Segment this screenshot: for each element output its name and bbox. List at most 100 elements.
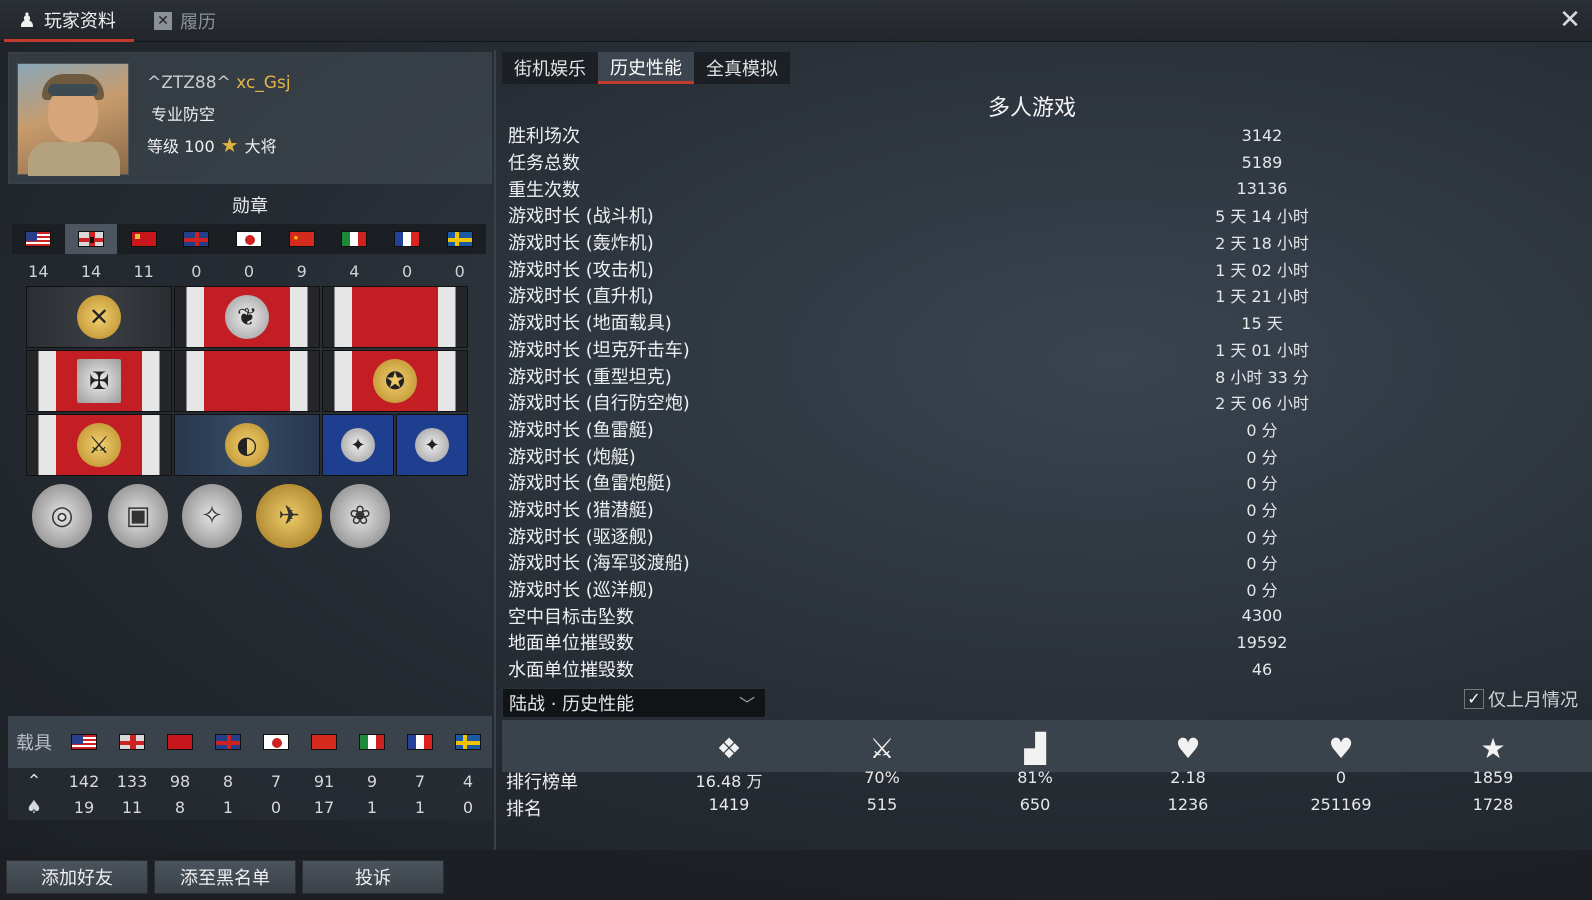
nation-tab-france[interactable] (381, 224, 434, 254)
player-level: 等级 100 ★ 大将 (147, 133, 277, 157)
vehicle-count: 7 (414, 771, 426, 791)
medal-ribbon[interactable]: ❦ (174, 286, 320, 348)
nation-tab-japan[interactable] (223, 224, 276, 254)
medal-ribbon[interactable]: ✪ (322, 350, 468, 412)
tab-player-profile[interactable]: ♟ 玩家资料 (4, 0, 134, 42)
vehicle-nation-france[interactable] (396, 716, 444, 768)
tab-realistic[interactable]: 历史性能 (598, 52, 694, 84)
eagle-badge-icon[interactable]: ❀ (330, 484, 390, 548)
ranking-panel: ❖ ⚔ ▟ ♥ ♥ ★ 排行榜单 16.48 万 70% 81% 2.18 0 … (502, 720, 1592, 824)
clan-tag: ^ZTZ88^ (147, 73, 231, 93)
tab-arcade[interactable]: 街机娱乐 (502, 52, 598, 84)
medal-ribbon[interactable]: ✠ (26, 350, 172, 412)
stat-label: 游戏时长 (鱼雷艇) (508, 419, 654, 441)
stat-label: 游戏时长 (战斗机) (508, 206, 654, 228)
nation-tab-germany[interactable] (64, 224, 118, 254)
china-flag-icon: ★ (288, 231, 315, 247)
vehicle-count: 1 (222, 797, 234, 817)
assault-badge-icon[interactable]: ▣ (108, 484, 168, 548)
medal-ribbon[interactable]: ◐ (174, 414, 320, 476)
stat-row: 游戏时长 (轰炸机) 2 天 18 小时 (502, 229, 1562, 256)
nation-tab-china[interactable]: ★ (275, 224, 328, 254)
italy-flag-icon (341, 231, 368, 247)
stat-row: 水面单位摧毁数 46 (502, 656, 1562, 682)
stat-label: 游戏时长 (坦克歼击车) (508, 339, 690, 361)
blacklist-button[interactable]: 添至黑名单 (154, 860, 296, 894)
ranking-row-label: 排行榜单 (506, 772, 578, 793)
france-flag-icon (407, 734, 433, 750)
stat-label: 游戏时长 (鱼雷炮艇) (508, 473, 672, 495)
italy-flag-icon (359, 734, 385, 750)
stats-title: 多人游戏 (987, 96, 1076, 121)
oak-leaves-medal-icon: ❦ (225, 295, 269, 339)
vehicle-nation-germany[interactable] (108, 716, 156, 768)
report-button[interactable]: 投诉 (302, 860, 444, 894)
vehicle-count: 1 (366, 797, 378, 817)
medal-ribbon[interactable] (174, 350, 320, 412)
player-rank-icon: ❖ (716, 731, 742, 765)
checkbox-icon[interactable]: ✓ (1464, 689, 1484, 709)
vehicle-nation-china[interactable] (300, 716, 348, 768)
ranking-value: 70% (864, 768, 900, 787)
nation-tab-italy[interactable] (328, 224, 381, 254)
close-icon[interactable]: ✕ (1556, 6, 1584, 34)
ranking-value: 515 (866, 795, 898, 814)
britain-flag-icon (183, 231, 210, 247)
vehicle-nation-ussr[interactable] (156, 716, 204, 768)
flak-badge-icon[interactable]: ✧ (182, 484, 242, 548)
nation-tab-ussr[interactable] (117, 224, 170, 254)
stat-value: 0 分 (1246, 581, 1278, 601)
medal-counts: 14 14 11 0 0 9 4 0 0 (12, 262, 486, 281)
tab-record[interactable]: ✕ 履历 (140, 0, 230, 42)
pilot-badge-icon[interactable]: ✈ (256, 484, 322, 548)
stat-value: 0 分 (1246, 420, 1278, 440)
tab-label: 履历 (180, 12, 216, 33)
medal-ribbon[interactable]: ✦ (322, 414, 394, 476)
add-friend-button[interactable]: 添加好友 (6, 860, 148, 894)
ussr-flag-icon (130, 231, 157, 247)
vehicle-count: 0 (462, 797, 474, 817)
medal-ribbon[interactable]: ✕ (26, 286, 172, 348)
nation-tab-usa[interactable] (12, 224, 65, 254)
avatar[interactable] (17, 63, 129, 176)
ranking-value: 1419 (708, 795, 750, 814)
stat-row: 重生次数 13136 (502, 175, 1562, 202)
vehicle-nation-sweden[interactable] (444, 716, 492, 768)
vehicle-nation-usa[interactable] (60, 716, 108, 768)
nation-tab-sweden[interactable] (433, 224, 486, 254)
last-month-toggle[interactable]: ✓ 仅上月情况 (1464, 686, 1578, 712)
medal-ribbon[interactable] (322, 286, 468, 348)
stat-label: 游戏时长 (直升机) (508, 286, 654, 308)
ussr-flag-icon (167, 734, 193, 750)
nation-tab-britain[interactable] (170, 224, 223, 254)
stat-row: 空中目标击坠数 4300 (502, 602, 1562, 629)
medal-ribbon[interactable]: ✦ (396, 414, 468, 476)
vehicles-elite-row: ♠ 19 11 8 1 0 17 1 1 0 (8, 794, 492, 820)
stat-label: 游戏时长 (地面载具) (508, 313, 672, 335)
medal-count: 0 (191, 262, 202, 281)
dropdown-value: 陆战 · 历史性能 (509, 694, 635, 715)
stat-label: 游戏时长 (海军驳渡船) (508, 553, 690, 575)
stat-label: 游戏时长 (轰炸机) (508, 233, 654, 255)
kills-per-spawn-icon: ♥ (1175, 731, 1201, 765)
medal-ribbon[interactable]: ⚔ (26, 414, 172, 476)
medal-count: 0 (243, 262, 255, 281)
stat-value: 1 天 21 小时 (1215, 287, 1309, 307)
ranking-value: 650 (1019, 795, 1051, 814)
japan-flag-icon (236, 231, 263, 247)
tank-badge-icon[interactable]: ◎ (32, 484, 92, 548)
medal-count: 0 (401, 262, 413, 281)
tab-simulator[interactable]: 全真模拟 (694, 52, 790, 84)
stat-row: 游戏时长 (直升机) 1 天 21 小时 (502, 282, 1562, 309)
vehicle-nation-japan[interactable] (252, 716, 300, 768)
iron-cross-icon: ✠ (77, 359, 121, 403)
ranking-value: 1859 (1472, 768, 1514, 787)
vehicle-nation-britain[interactable] (204, 716, 252, 768)
stat-value: 4300 (1241, 606, 1283, 626)
badge-row: ◎ ▣ ✧ ✈ ❀ (26, 480, 390, 552)
vehicle-nation-italy[interactable] (348, 716, 396, 768)
medal-count: 0 (454, 262, 465, 281)
stat-value: 0 分 (1246, 447, 1278, 467)
mode-dropdown[interactable]: 陆战 · 历史性能 ﹀ (502, 688, 766, 718)
checkbox-label: 仅上月情况 (1488, 690, 1578, 711)
